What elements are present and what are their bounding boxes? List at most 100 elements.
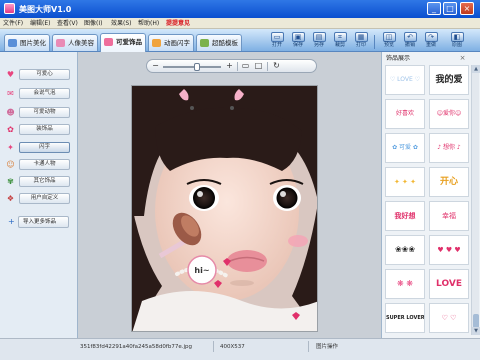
scroll-down-icon[interactable]: ▼ — [472, 327, 480, 335]
decoration-scrollbar[interactable]: ▲ ▼ — [471, 65, 480, 335]
zoom-slider-track[interactable] — [163, 63, 221, 71]
tab-cool-templates[interactable]: 超酷模板 — [196, 34, 242, 51]
category-button[interactable]: 会说气泡 — [19, 88, 70, 99]
menu-image[interactable]: 图像(I) — [84, 19, 102, 28]
category-item-animals[interactable]: ☻ 可爱动物 — [2, 107, 78, 119]
tab-label: 可爱饰品 — [116, 38, 142, 46]
rotate-icon[interactable]: ↻ — [271, 61, 282, 72]
category-item-sparkle-text[interactable]: ✦ 闪字 — [2, 142, 78, 154]
heart-icon: ♥ — [6, 70, 15, 79]
decoration-thumb[interactable]: ♪ 想你 ♪ — [429, 133, 469, 163]
original-image-button[interactable]: ◧ 原图 — [448, 32, 466, 51]
category-button[interactable]: 装饰品 — [19, 124, 70, 135]
tab-portrait[interactable]: 人像美容 — [52, 34, 98, 51]
print-label: 打印 — [355, 42, 366, 48]
scroll-up-icon[interactable]: ▲ — [472, 65, 480, 73]
preview-button[interactable]: ◫ 预览 — [380, 32, 398, 51]
photo-canvas[interactable]: hi~ — [131, 85, 318, 332]
decoration-thumb[interactable]: ✿ 可爱 ✿ — [385, 133, 425, 163]
tab-image-beautify[interactable]: 图片美化 — [4, 34, 50, 51]
category-item-cartoon[interactable]: ☺ 卡通人物 — [2, 159, 78, 171]
menu-help[interactable]: 帮助(H) — [138, 19, 159, 28]
decoration-thumb[interactable]: ❋ ❋ — [385, 269, 425, 299]
redo-label: 重做 — [425, 42, 436, 48]
category-button[interactable]: 卡通人物 — [19, 159, 70, 170]
menu-bar: 文件(F) 编辑(E) 查看(V) 图像(I) 效果(S) 帮助(H) 提提意见 — [0, 18, 480, 29]
menu-feedback[interactable]: 提提意见 — [166, 19, 190, 28]
thumb-label: ✿ 可爱 ✿ — [392, 144, 418, 151]
preview-label: 预览 — [383, 42, 394, 48]
open-button[interactable]: ▭ 打开 — [268, 32, 286, 51]
main-toolbar: 图片美化 人像美容 可爱饰品 动画闪字 超酷模板 ▭ 打开 ▣ 保存 ▤ 另存 … — [0, 29, 480, 52]
category-button[interactable]: 用户自定义 — [19, 193, 70, 204]
status-dimensions: 400X537 — [220, 344, 245, 350]
decoration-thumb[interactable]: 我的爱 — [429, 65, 469, 95]
open-folder-icon: ▭ — [270, 32, 284, 42]
save-as-button[interactable]: ▤ 另存 — [310, 32, 328, 51]
decoration-thumb[interactable]: SUPER LOVERS — [385, 303, 425, 333]
category-item-hearts[interactable]: ♥ 可爱心 — [2, 69, 78, 81]
category-item-misc[interactable]: ✾ 其它饰品 — [2, 176, 78, 188]
zoom-in-icon[interactable]: + — [224, 61, 235, 72]
category-item-custom[interactable]: ❖ 用户自定义 — [2, 193, 78, 205]
zoom-separator — [267, 62, 268, 71]
category-button[interactable]: 可爱动物 — [19, 107, 70, 118]
redo-button[interactable]: ↷ 重做 — [422, 32, 440, 51]
decoration-thumb[interactable]: ♡ LOVE ♡ — [385, 65, 425, 95]
decoration-thumb[interactable]: ❀❀❀ — [385, 235, 425, 265]
thumb-label: 我的爱 — [435, 75, 463, 85]
fit-window-icon[interactable]: ▭ — [240, 61, 251, 72]
thumb-label: ♪ 想你 ♪ — [437, 144, 461, 151]
misc-icon: ✾ — [7, 177, 14, 186]
menu-edit[interactable]: 编辑(E) — [30, 19, 50, 28]
scroll-thumb[interactable] — [473, 314, 479, 328]
decoration-thumb[interactable]: 好喜欢 — [385, 99, 425, 129]
import-more-button[interactable]: + 导入更多饰品 — [8, 216, 69, 228]
status-filename: 351f83fd42291a40fa245a58d0fb77e.jpg — [80, 344, 192, 350]
menu-view[interactable]: 查看(V) — [57, 19, 78, 28]
crop-button[interactable]: ⌗ 裁剪 — [331, 32, 349, 51]
decoration-thumb[interactable]: 我好想 — [385, 201, 425, 231]
close-button[interactable]: × — [460, 2, 474, 15]
decoration-panel-title: 饰品展示 — [386, 55, 411, 62]
actual-size-icon[interactable]: □ — [253, 61, 264, 72]
zoom-out-icon[interactable]: − — [150, 61, 161, 72]
decoration-thumb[interactable]: 幸福 — [429, 201, 469, 231]
menu-file[interactable]: 文件(F) — [3, 19, 23, 28]
speech-bubble-icon: ✉ — [7, 89, 14, 98]
status-separator — [308, 341, 309, 352]
tab-cute-decorations[interactable]: 可爱饰品 — [100, 33, 146, 52]
animal-icon: ☻ — [6, 108, 15, 117]
thumb-label: LOVE — [436, 279, 462, 289]
save-button[interactable]: ▣ 保存 — [289, 32, 307, 51]
status-separator — [213, 341, 214, 352]
maximize-button[interactable]: □ — [443, 2, 457, 15]
bow-icon — [104, 38, 113, 46]
open-label: 打开 — [271, 42, 282, 48]
decoration-thumb[interactable]: 开心 — [429, 167, 469, 197]
menu-effects[interactable]: 效果(S) — [111, 19, 132, 28]
decoration-thumb[interactable]: ♥ ♥ ♥ — [429, 235, 469, 265]
minimize-button[interactable]: _ — [427, 2, 441, 15]
category-item-decorations[interactable]: ✿ 装饰品 — [2, 124, 78, 136]
category-item-speech-bubbles[interactable]: ✉ 会说气泡 — [2, 88, 78, 100]
decoration-thumb[interactable]: ♡ ♡ — [429, 303, 469, 333]
app-icon — [4, 3, 15, 14]
custom-icon: ❖ — [6, 194, 15, 203]
category-button[interactable]: 闪字 — [19, 142, 70, 153]
tab-animation-text[interactable]: 动画闪字 — [148, 34, 194, 51]
decoration-thumb[interactable]: LOVE — [429, 269, 469, 299]
window-title: 美图大师V1.0 — [19, 5, 72, 14]
category-button[interactable]: 可爱心 — [19, 69, 70, 80]
zoom-slider-thumb[interactable] — [194, 63, 200, 71]
decoration-thumb[interactable]: ☺爱你☺ — [429, 99, 469, 129]
decoration-thumb[interactable]: ✦ ✦ ✦ — [385, 167, 425, 197]
category-button[interactable]: 其它饰品 — [19, 176, 70, 187]
undo-icon: ↶ — [403, 32, 417, 42]
original-image-label: 原图 — [451, 42, 462, 48]
undo-button[interactable]: ↶ 撤销 — [401, 32, 419, 51]
print-button[interactable]: ▦ 打印 — [352, 32, 370, 51]
cartoon-icon: ☺ — [6, 160, 15, 169]
panel-close-icon[interactable]: × — [458, 54, 467, 63]
thumb-label: ✦ ✦ ✦ — [393, 178, 417, 186]
